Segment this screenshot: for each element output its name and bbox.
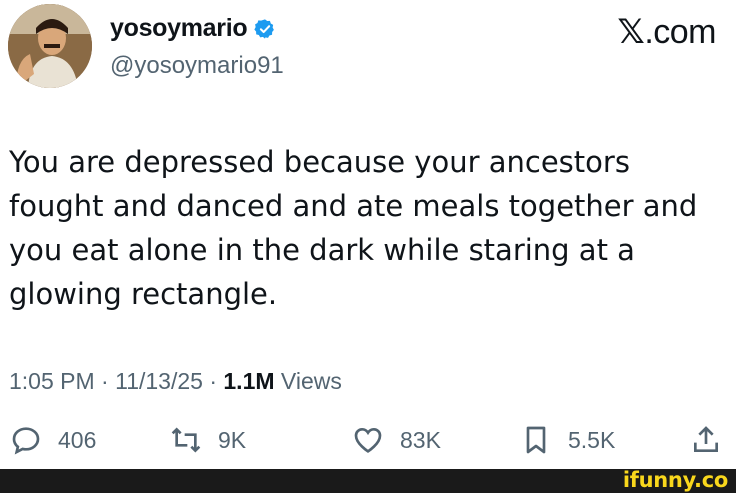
tweet-text-line: glowing rectangle. [9, 277, 278, 311]
speech-bubble-icon [12, 427, 40, 455]
tweet-time[interactable]: 1:05 PM [9, 368, 95, 394]
like-button[interactable]: 83K [352, 424, 441, 456]
site-label: 𝕏.com [617, 12, 716, 52]
retweet-count: 9K [218, 426, 247, 453]
author-name-row: yosoymario [110, 14, 276, 43]
display-name[interactable]: yosoymario [110, 14, 248, 43]
action-bar: 406 9K 83K 5.5K [0, 424, 736, 468]
reply-count: 406 [58, 426, 97, 453]
avatar-image [8, 4, 92, 88]
like-count: 83K [400, 426, 441, 453]
views-count: 1.1M [223, 368, 275, 394]
bookmark-icon [526, 426, 546, 454]
tweet-meta: 1:05 PM · 11/13/25 · 1.1M Views [9, 368, 342, 395]
retweet-arrows-icon [171, 427, 201, 453]
tweet-text-line: fought and danced and ate meals together… [9, 189, 698, 223]
verified-badge-icon [254, 18, 275, 39]
meta-separator: · [202, 368, 224, 394]
avatar[interactable] [8, 4, 92, 88]
site-domain: .com [644, 13, 716, 51]
tweet-date[interactable]: 11/13/25 [115, 368, 203, 394]
bookmark-button[interactable]: 5.5K [520, 424, 615, 456]
tweet-text-line: you eat alone in the dark while staring … [9, 233, 635, 267]
heart-icon [354, 427, 382, 453]
bookmark-count: 5.5K [568, 426, 616, 453]
tweet-text: You are depressed because your ancestors… [9, 140, 724, 316]
tweet-text-line: You are depressed because your ancestors [9, 145, 630, 179]
author-handle[interactable]: @yosoymario91 [110, 52, 284, 80]
views-label: Views [274, 368, 342, 394]
retweet-button[interactable]: 9K [170, 424, 246, 456]
share-button[interactable] [690, 424, 722, 456]
reply-button[interactable]: 406 [10, 424, 96, 456]
share-upload-icon [694, 426, 718, 452]
ifunny-watermark: ifunny.co [622, 468, 728, 492]
meta-separator: · [94, 368, 116, 394]
x-logo-icon: 𝕏 [617, 12, 645, 52]
